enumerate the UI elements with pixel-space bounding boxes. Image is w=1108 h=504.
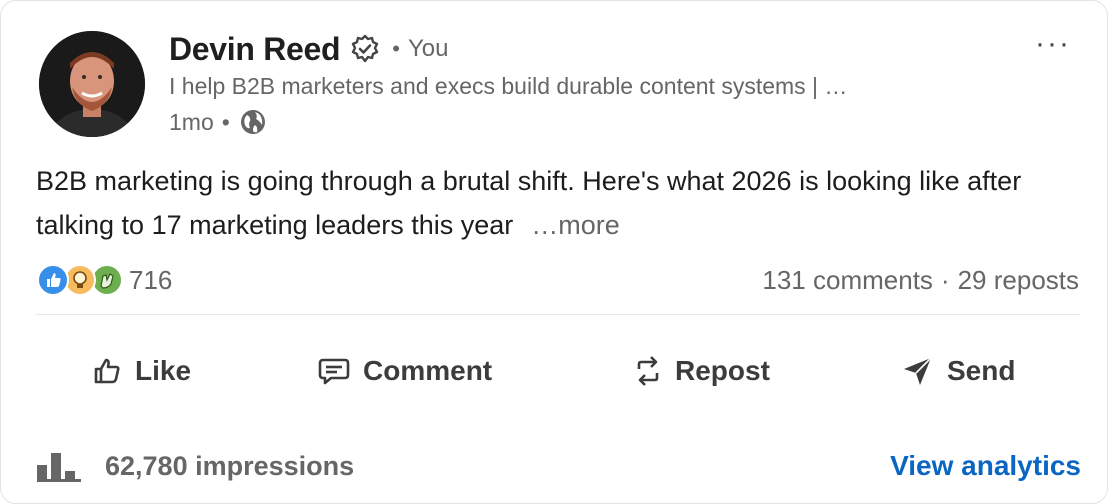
- reactions-summary[interactable]: 716: [37, 263, 172, 297]
- see-more-link[interactable]: …more: [531, 210, 620, 240]
- thumbs-up-icon: [94, 358, 120, 384]
- post-text: B2B marketing is going through a brutal …: [36, 166, 1022, 240]
- analytics-footer: 62,780 impressions View analytics: [37, 441, 1081, 491]
- send-icon: [904, 357, 932, 385]
- relation-dot: •: [392, 36, 400, 61]
- verified-badge-icon: [350, 34, 380, 64]
- post-card: Devin Reed • You I help B2B marketers an…: [0, 0, 1108, 504]
- author-avatar[interactable]: [39, 31, 145, 137]
- globe-icon: [238, 107, 268, 137]
- post-meta: 1mo •: [169, 105, 268, 139]
- engagement-counts: 131 comments · 29 reposts: [762, 263, 1079, 297]
- meta-dot: •: [221, 108, 230, 135]
- author-headline: I help B2B marketers and execs build dur…: [169, 73, 848, 99]
- post-time: 1mo: [169, 108, 214, 135]
- like-label: Like: [135, 355, 192, 386]
- post-options-menu[interactable]: ···: [1035, 27, 1071, 61]
- like-reaction-icon: [37, 264, 69, 296]
- view-analytics-link[interactable]: View analytics: [890, 450, 1081, 482]
- like-button[interactable]: Like: [91, 341, 191, 401]
- reposts-count-link[interactable]: 29 reposts: [958, 265, 1079, 295]
- author-row: Devin Reed • You: [169, 29, 449, 69]
- comment-icon: [318, 358, 350, 385]
- divider: [36, 314, 1080, 315]
- counts-separator: ·: [940, 265, 950, 295]
- repost-icon: [637, 356, 659, 386]
- post-body: B2B marketing is going through a brutal …: [36, 159, 1076, 247]
- relation-label: You: [408, 35, 449, 62]
- impressions: 62,780 impressions: [37, 449, 354, 483]
- repost-label: Repost: [675, 355, 770, 386]
- comment-label: Comment: [363, 355, 493, 386]
- reaction-icons: [37, 264, 127, 296]
- bar-chart-icon: [37, 453, 81, 482]
- action-bar: Like Comment Repost Send: [1, 341, 1108, 401]
- comment-button[interactable]: Comment: [317, 341, 492, 401]
- repost-button[interactable]: Repost: [633, 341, 770, 401]
- send-label: Send: [947, 355, 1016, 386]
- send-button[interactable]: Send: [901, 341, 1015, 401]
- reaction-count: 716: [129, 264, 173, 295]
- comments-count-link[interactable]: 131 comments: [762, 265, 933, 295]
- author-name[interactable]: Devin Reed: [169, 31, 341, 68]
- impressions-count: 62,780 impressions: [105, 450, 355, 481]
